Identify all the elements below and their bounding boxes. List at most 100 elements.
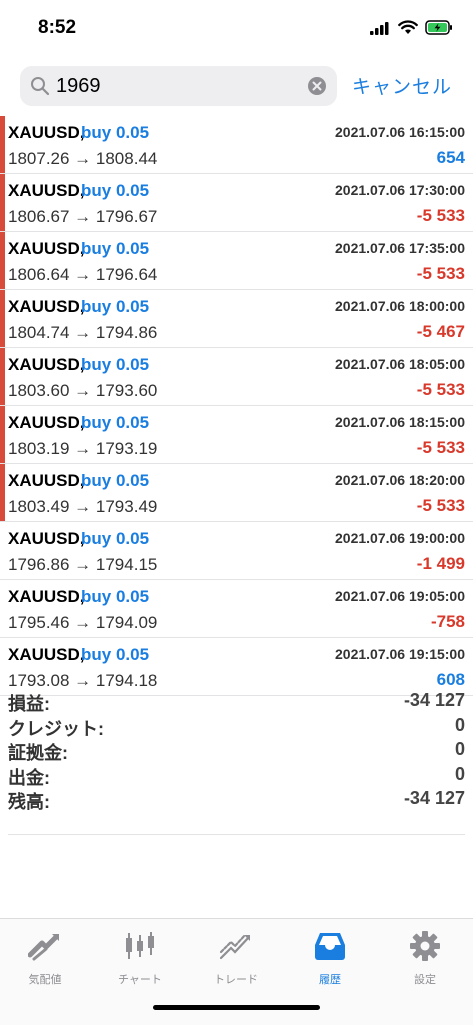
deal-profit: -5 533 <box>416 438 465 457</box>
wifi-icon <box>398 20 418 34</box>
deal-datetime: 2021.07.06 19:15:00 <box>335 646 465 662</box>
deal-row[interactable]: XAUUSD, buy 0.05 2021.07.06 18:00:00 1804.7… <box>0 290 473 348</box>
deal-datetime: 2021.07.06 18:20:00 <box>335 472 465 488</box>
deal-datetime: 2021.07.06 18:15:00 <box>335 414 465 430</box>
deal-profit: -1 499 <box>416 554 465 573</box>
deal-symbol: XAUUSD, <box>8 645 85 664</box>
deal-profit: -5 533 <box>416 496 465 515</box>
deal-side: buy 0.05 <box>81 587 150 606</box>
deal-datetime: 2021.07.06 17:35:00 <box>335 240 465 256</box>
summary-row: クレジット: 0 <box>0 715 473 740</box>
deal-symbol: XAUUSD, <box>8 239 85 258</box>
deal-row[interactable]: XAUUSD, buy 0.05 2021.07.06 17:35:00 1806.6… <box>0 232 473 290</box>
deal-side: buy 0.05 <box>81 297 150 316</box>
deal-list: XAUUSD, buy 0.05 2021.07.06 16:15:00 1807.2… <box>0 116 473 696</box>
summary-label: 残高: <box>8 792 50 812</box>
deal-profit: -5 467 <box>416 322 465 341</box>
summary-row: 証拠金: 0 <box>0 739 473 764</box>
tab-quotes[interactable]: 気配値 <box>5 929 85 987</box>
deal-prices: 1806.64 → 1796.64 <box>8 265 158 284</box>
deal-side: buy 0.05 <box>81 355 150 374</box>
deal-symbol: XAUUSD, <box>8 587 85 606</box>
deal-prices: 1806.67 → 1796.67 <box>8 207 158 226</box>
deal-symbol: XAUUSD, <box>8 123 85 142</box>
home-indicator[interactable] <box>153 1005 320 1010</box>
deal-row[interactable]: XAUUSD, buy 0.05 2021.07.06 18:15:00 1803.1… <box>0 406 473 464</box>
deal-side: buy 0.05 <box>81 645 150 664</box>
deal-prices: 1795.46 → 1794.09 <box>8 613 158 632</box>
summary-row: 損益: -34 127 <box>0 690 473 715</box>
search-bar[interactable] <box>20 66 337 106</box>
deal-datetime: 2021.07.06 16:15:00 <box>335 124 465 140</box>
deal-profit: 654 <box>436 148 465 167</box>
quotes-icon <box>28 934 59 961</box>
cancel-button[interactable]: キャンセル <box>352 72 452 99</box>
deal-prices: 1807.26 → 1808.44 <box>8 149 158 168</box>
summary-value: 0 <box>454 763 465 784</box>
deal-side: buy 0.05 <box>81 123 150 142</box>
summary-divider <box>8 834 465 835</box>
clear-search-icon[interactable] <box>307 76 327 96</box>
deal-side: buy 0.05 <box>81 181 150 200</box>
deal-side: buy 0.05 <box>81 529 150 548</box>
summary-row: 出金: 0 <box>0 764 473 789</box>
deal-prices: 1793.08 → 1794.18 <box>8 671 158 690</box>
deal-row[interactable]: XAUUSD, buy 0.05 2021.07.06 19:05:00 1795.4… <box>0 580 473 638</box>
deal-row[interactable]: XAUUSD, buy 0.05 2021.07.06 19:15:00 1793.0… <box>0 638 473 696</box>
summary-value: 0 <box>454 739 465 759</box>
tab-label: 気配値 <box>28 974 62 986</box>
tab-label: チャート <box>118 974 162 986</box>
deal-row[interactable]: XAUUSD, buy 0.05 2021.07.06 18:05:00 1803.6… <box>0 348 473 406</box>
deal-symbol: XAUUSD, <box>8 297 85 316</box>
summary-value: 0 <box>454 714 465 735</box>
deal-symbol: XAUUSD, <box>8 181 85 200</box>
summary-label: 出金: <box>8 767 50 788</box>
deal-row[interactable]: XAUUSD, buy 0.05 2021.07.06 19:00:00 1796.8… <box>0 522 473 580</box>
deal-datetime: 2021.07.06 19:00:00 <box>335 530 465 546</box>
battery-charging-icon <box>425 20 452 35</box>
deal-profit: 608 <box>436 670 465 689</box>
deal-datetime: 2021.07.06 18:00:00 <box>335 298 465 314</box>
deal-row[interactable]: XAUUSD, buy 0.05 2021.07.06 16:15:00 1807.2… <box>0 116 473 174</box>
tab-label: 設定 <box>414 974 436 986</box>
deal-side: buy 0.05 <box>81 413 150 432</box>
deal-prices: 1803.19 → 1793.19 <box>8 439 158 458</box>
tab-trade[interactable]: トレード <box>196 929 276 987</box>
summary-row: 残高: -34 127 <box>0 788 473 813</box>
deal-symbol: XAUUSD, <box>8 529 85 548</box>
summary-value: -34 127 <box>403 690 465 710</box>
tab-chart[interactable]: チャート <box>100 929 180 987</box>
summary-label: クレジット: <box>8 718 104 739</box>
cellular-signal-icon <box>370 22 389 35</box>
deal-prices: 1803.49 → 1793.49 <box>8 497 158 516</box>
status-bar: 8:52 <box>0 0 473 60</box>
summary-label: 証拠金: <box>8 743 68 763</box>
deal-side: buy 0.05 <box>81 239 150 258</box>
summary-value: -34 127 <box>403 788 465 808</box>
summary-section: 損益: -34 127 クレジット: 0 証拠金: 0 出金: 0 残高: -34 127 <box>0 690 473 813</box>
deal-symbol: XAUUSD, <box>8 413 85 432</box>
tab-history[interactable]: 履歴 <box>290 929 370 987</box>
deal-datetime: 2021.07.06 19:05:00 <box>335 588 465 604</box>
search-icon <box>31 77 50 96</box>
tab-settings[interactable]: 設定 <box>385 929 465 987</box>
deal-side: buy 0.05 <box>81 471 150 490</box>
trade-icon <box>219 933 251 960</box>
deal-prices: 1804.74 → 1794.86 <box>8 323 158 342</box>
candlestick-icon <box>126 932 154 959</box>
tab-label: トレード <box>214 974 258 986</box>
deal-profit: -5 533 <box>416 206 465 225</box>
deal-prices: 1796.86 → 1794.15 <box>8 555 158 574</box>
gear-icon <box>410 931 440 961</box>
tab-label: 履歴 <box>319 974 341 986</box>
deal-symbol: XAUUSD, <box>8 471 85 490</box>
deal-symbol: XAUUSD, <box>8 355 85 374</box>
deal-profit: -758 <box>430 612 465 631</box>
deal-row[interactable]: XAUUSD, buy 0.05 2021.07.06 18:20:00 1803.4… <box>0 464 473 522</box>
deal-row[interactable]: XAUUSD, buy 0.05 2021.07.06 17:30:00 1806.6… <box>0 174 473 232</box>
deal-datetime: 2021.07.06 17:30:00 <box>335 182 465 198</box>
status-time: 8:52 <box>38 17 77 38</box>
summary-label: 損益: <box>8 694 50 714</box>
search-input[interactable] <box>56 72 296 100</box>
deal-profit: -5 533 <box>416 380 465 399</box>
